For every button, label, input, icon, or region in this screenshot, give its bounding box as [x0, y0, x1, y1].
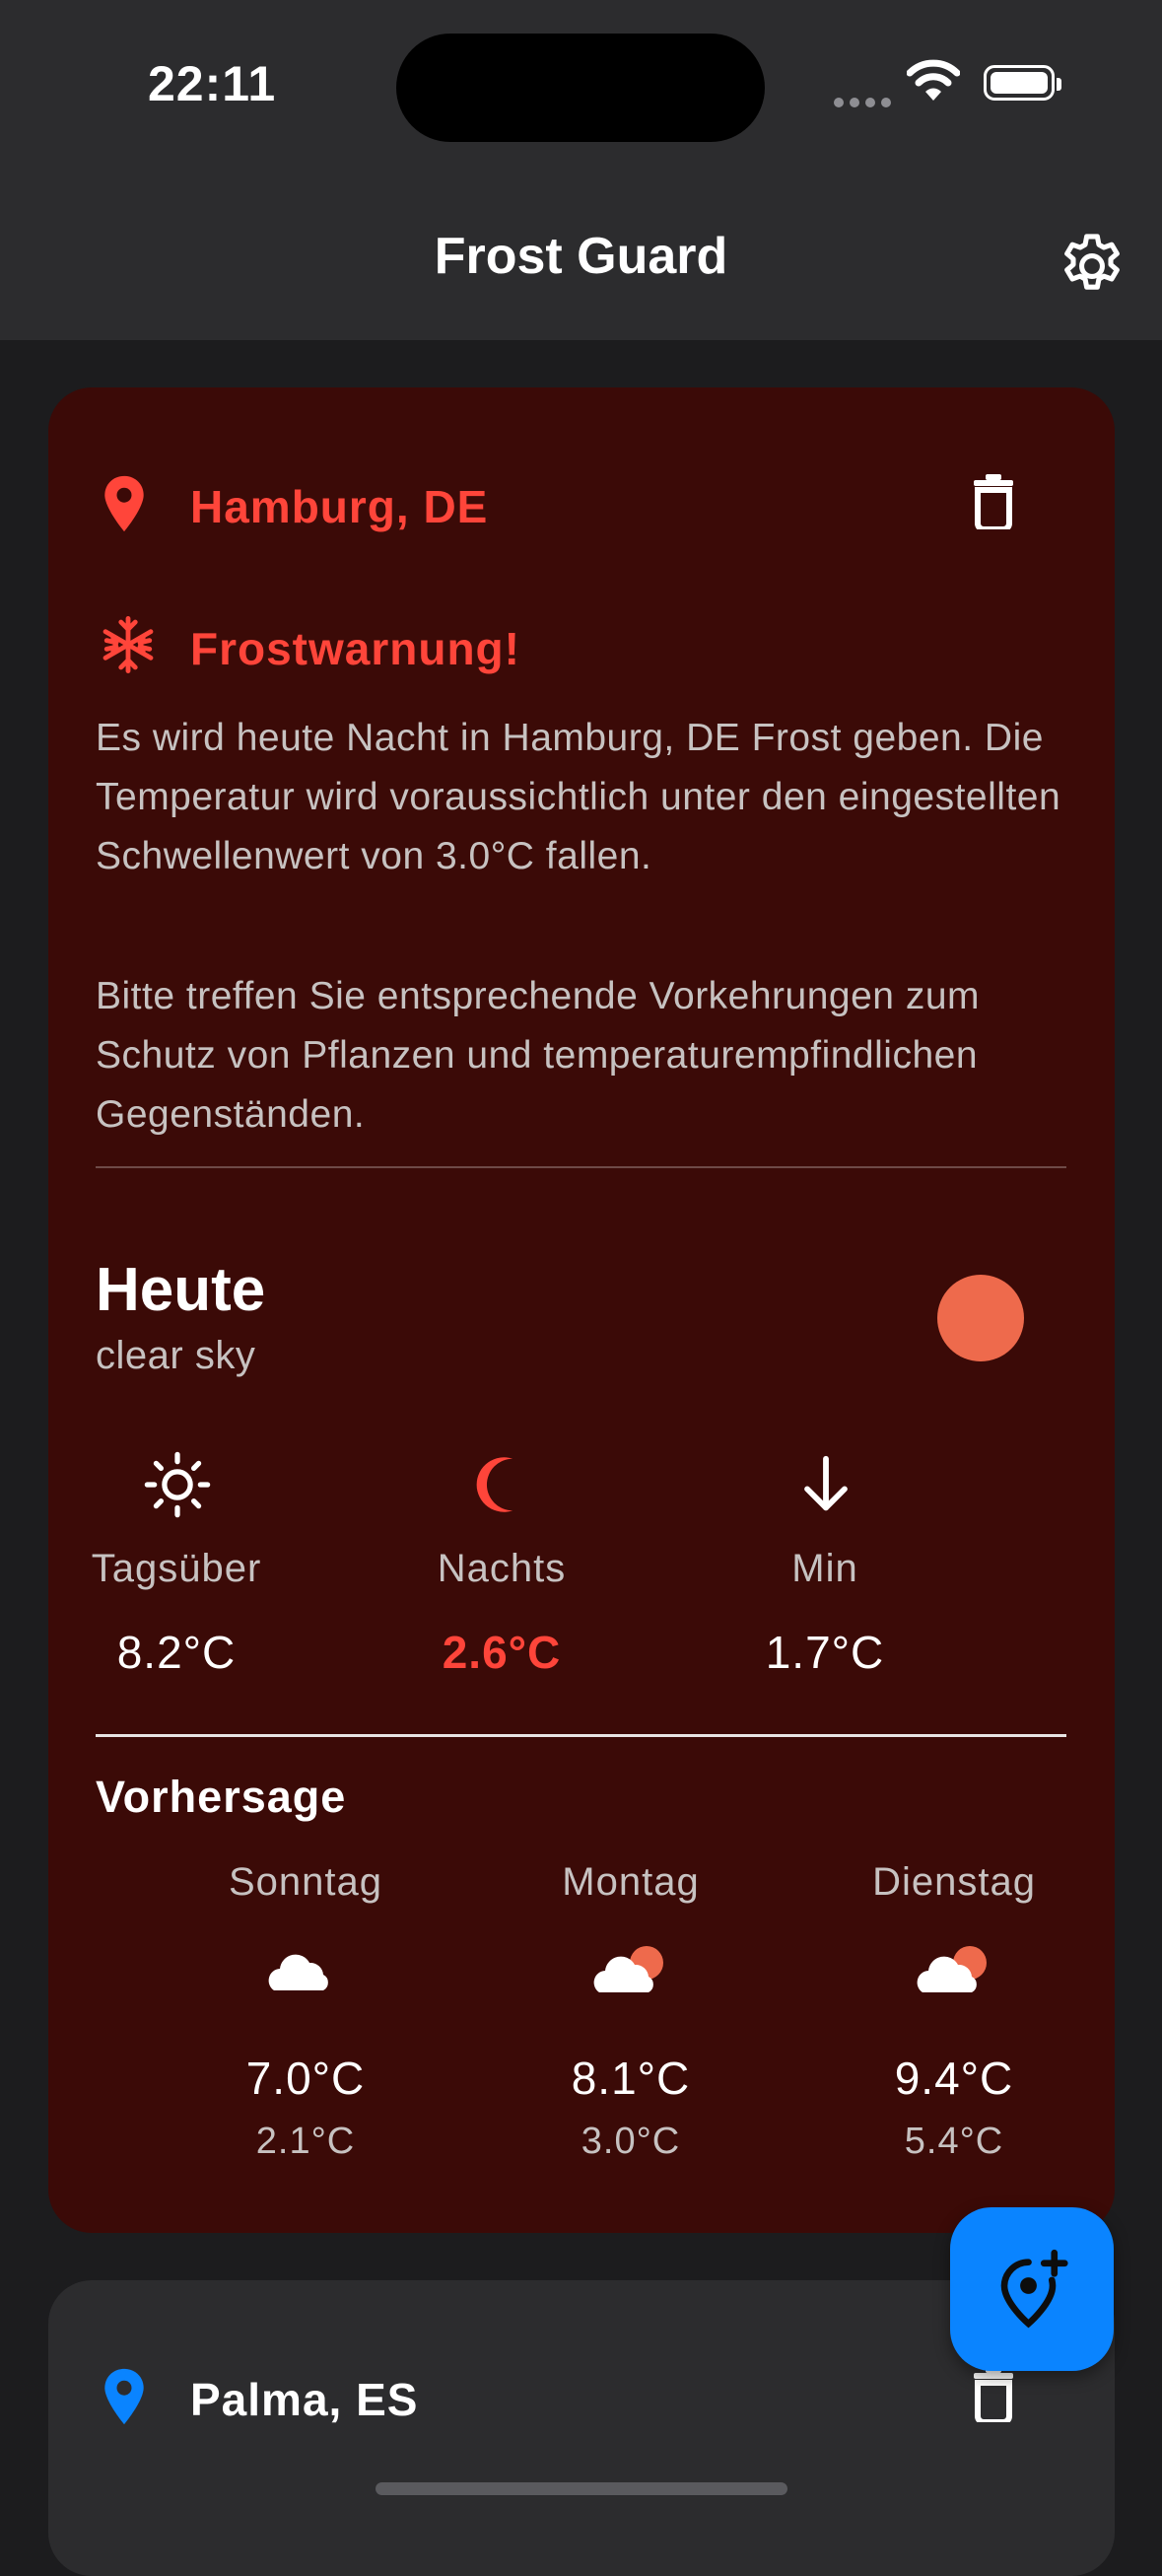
partly-cloudy-icon [917, 1946, 987, 1992]
forecast-low: 2.1°C [255, 2121, 356, 2162]
cloud-icon [268, 1954, 328, 1990]
forecast-high: 8.1°C [571, 2053, 691, 2104]
location-pin-icon [104, 2368, 144, 2425]
moon-icon [476, 1457, 513, 1512]
stat-value: 8.2°C [116, 1627, 237, 1678]
stat-value: 1.7°C [765, 1627, 885, 1678]
partly-cloudy-icon [593, 1946, 663, 1992]
divider [96, 1166, 1066, 1168]
today-description: clear sky [96, 1334, 256, 1377]
app-title: Frost Guard [434, 228, 728, 285]
app-bar: Frost Guard [0, 158, 1162, 340]
frost-warning-text: Es wird heute Nacht in Hamburg, DE Frost… [96, 717, 1061, 877]
forecast-day-name: Sonntag [228, 1860, 383, 1904]
forecast-title: Vorhersage [96, 1772, 347, 1822]
cellular-signal-icon [834, 95, 897, 112]
stat-label: Nachts [437, 1547, 567, 1590]
add-location-button[interactable] [950, 2207, 1114, 2371]
stat-value: 2.6°C [442, 1627, 562, 1678]
forecast-day-name: Montag [562, 1860, 700, 1904]
arrow-down-icon [804, 1455, 848, 1511]
trash-icon[interactable] [972, 474, 1015, 529]
stat-label: Tagsüber [91, 1547, 262, 1590]
forecast-low: 3.0°C [581, 2121, 681, 2162]
stat-label: Min [791, 1547, 858, 1590]
battery-icon [984, 65, 1061, 101]
weather-condition-icon [937, 1275, 1024, 1361]
home-indicator [376, 2482, 787, 2495]
wifi-icon [907, 59, 960, 101]
gear-icon[interactable] [1055, 229, 1129, 304]
forecast-high: 9.4°C [894, 2053, 1014, 2104]
trash-icon[interactable] [972, 2367, 1015, 2422]
forecast-low: 5.4°C [904, 2121, 1004, 2162]
forecast-day-name: Dienstag [872, 1860, 1036, 1904]
location-pin-icon [104, 475, 144, 532]
status-time: 22:11 [148, 56, 277, 111]
forecast-high: 7.0°C [245, 2053, 366, 2104]
today-title: Heute [96, 1256, 266, 1324]
status-bar: 22:11 [0, 0, 1162, 158]
location-name: Hamburg, DE [190, 481, 489, 532]
frost-warning-advice: Bitte treffen Sie entsprechende Vorkehru… [96, 975, 981, 1136]
location-name: Palma, ES [190, 2374, 419, 2425]
snowflake-icon [103, 616, 154, 673]
frost-warning-title: Frostwarnung! [190, 623, 520, 674]
sun-icon [144, 1451, 211, 1518]
divider [96, 1734, 1066, 1737]
location-card-hamburg[interactable]: Hamburg, DE Frostwarnung! Es wird heute … [48, 387, 1115, 2233]
dynamic-island [396, 34, 765, 142]
add-location-icon [1000, 2249, 1068, 2329]
